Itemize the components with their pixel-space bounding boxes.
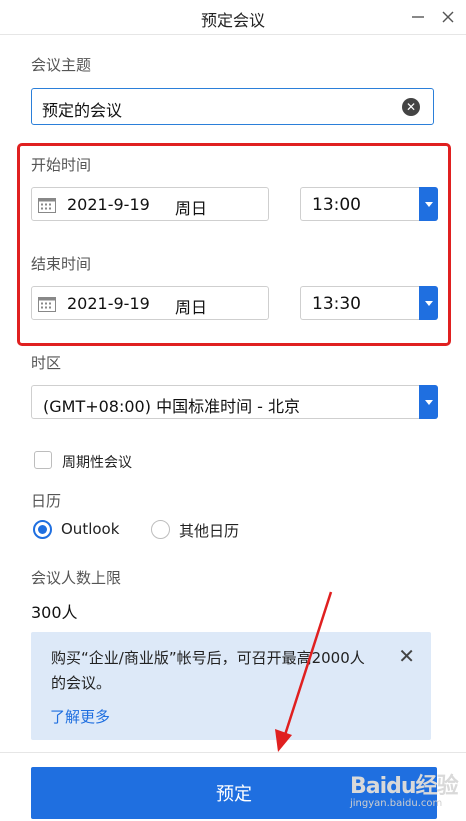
start-time-dropdown-button[interactable] xyxy=(419,187,438,221)
close-icon[interactable]: ✕ xyxy=(398,644,415,668)
learn-more-link[interactable]: 了解更多 xyxy=(50,706,110,727)
chevron-down-icon xyxy=(424,300,433,306)
start-date-value: 2021-9-19 xyxy=(67,195,150,214)
timezone-dropdown-button[interactable] xyxy=(419,385,438,419)
end-weekday: 周日 xyxy=(175,298,208,317)
title-divider xyxy=(0,34,466,35)
timezone-select[interactable]: (GMT+08:00) 中国标准时间 - 北京 xyxy=(31,385,438,419)
participant-limit-value: 300人 xyxy=(31,603,78,622)
timezone-label: 时区 xyxy=(31,354,62,372)
recurring-label[interactable]: 周期性会议 xyxy=(62,452,132,472)
calendar-icon xyxy=(38,297,56,312)
minimize-icon xyxy=(412,16,424,18)
start-date-picker[interactable]: 2021-9-19 周日 xyxy=(31,187,269,221)
start-time-label: 开始时间 xyxy=(31,156,92,174)
chevron-down-icon xyxy=(424,399,433,405)
chevron-down-icon xyxy=(424,201,433,207)
calendar-radio-outlook[interactable] xyxy=(33,520,52,539)
clear-circle-icon[interactable]: ✕ xyxy=(402,98,420,116)
timezone-value: (GMT+08:00) 中国标准时间 - 北京 xyxy=(43,397,301,416)
title-bar: 预定会议 xyxy=(0,0,466,34)
start-time-value: 13:00 xyxy=(312,195,361,215)
end-date-picker[interactable]: 2021-9-19 周日 xyxy=(31,286,269,320)
upgrade-notice: 购买“企业/商业版”帐号后，可召开最高2000人的会议。 ✕ 了解更多 xyxy=(31,632,431,740)
close-button[interactable] xyxy=(433,0,463,34)
subject-input[interactable]: 预定的会议 ✕ xyxy=(31,88,434,125)
start-weekday: 周日 xyxy=(175,199,208,218)
end-time-label: 结束时间 xyxy=(31,255,92,273)
upgrade-notice-text: 购买“企业/商业版”帐号后，可召开最高2000人的会议。 xyxy=(51,649,365,692)
recurring-checkbox[interactable] xyxy=(34,451,52,469)
calendar-option-outlook-label[interactable]: Outlook xyxy=(61,520,119,538)
calendar-label: 日历 xyxy=(31,492,62,510)
subject-value: 预定的会议 xyxy=(42,101,123,120)
end-date-value: 2021-9-19 xyxy=(67,294,150,313)
end-time-value: 13:30 xyxy=(312,294,361,314)
end-time-dropdown-button[interactable] xyxy=(419,286,438,320)
footer-divider xyxy=(0,752,466,753)
calendar-radio-other[interactable] xyxy=(151,520,170,539)
subject-label: 会议主题 xyxy=(31,56,92,74)
window-title: 预定会议 xyxy=(200,11,265,30)
minimize-button[interactable] xyxy=(403,0,433,34)
start-time-select[interactable]: 13:00 xyxy=(300,187,438,221)
calendar-icon xyxy=(38,198,56,213)
schedule-button[interactable]: 预定 xyxy=(31,767,437,819)
close-icon xyxy=(442,11,454,23)
participant-limit-label: 会议人数上限 xyxy=(31,569,122,587)
calendar-option-other-label[interactable]: 其他日历 xyxy=(179,520,239,541)
end-time-select[interactable]: 13:30 xyxy=(300,286,438,320)
